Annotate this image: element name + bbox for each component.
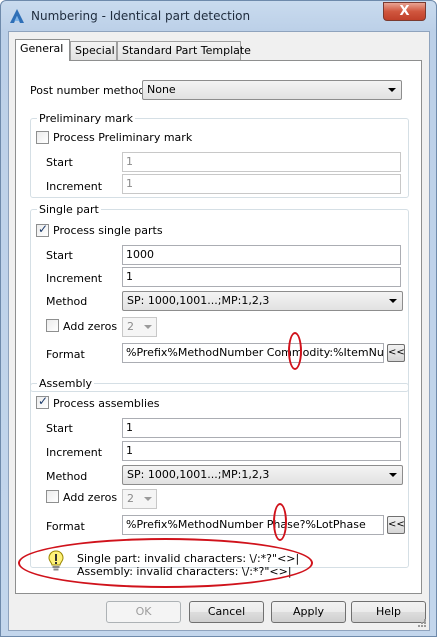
process-assemblies-label: Process assemblies	[53, 397, 160, 410]
dialog-window: Numbering - Identical part detection X G…	[0, 0, 437, 637]
assembly-increment-label: Increment	[46, 446, 103, 459]
post-number-method-select[interactable]: None	[142, 80, 402, 100]
single-start-input[interactable]: 1000	[122, 245, 401, 265]
single-method-select[interactable]: SP: 1000,1001...;MP:1,2,3	[122, 291, 403, 311]
app-logo-icon	[10, 9, 24, 23]
single-add-zeros-label: Add zeros	[63, 320, 118, 333]
single-format-label: Format	[46, 348, 85, 361]
assembly-add-zeros-select[interactable]: 2	[122, 489, 157, 509]
assembly-format-input[interactable]: %Prefix%MethodNumber Phase?%LotPhase	[122, 515, 384, 535]
post-number-method-label: Post number method	[30, 84, 146, 97]
process-single-parts-checkbox[interactable]	[36, 222, 49, 237]
preliminary-start-input[interactable]: 1	[122, 152, 401, 172]
preliminary-start-label: Start	[46, 156, 73, 169]
assembly-start-input[interactable]: 1	[122, 418, 401, 438]
preliminary-mark-title: Preliminary mark	[37, 112, 135, 125]
single-add-zeros-checkbox[interactable]	[46, 319, 59, 332]
assembly-method-label: Method	[46, 470, 88, 483]
single-format-input[interactable]: %Prefix%MethodNumber Commodity:%ItemNumb…	[122, 343, 384, 363]
single-format-expand-button[interactable]: <<	[387, 344, 405, 362]
assembly-format-label: Format	[46, 520, 85, 533]
assembly-add-zeros-value: 2	[127, 492, 134, 505]
assembly-add-zeros-checkbox[interactable]	[46, 490, 59, 503]
assembly-title: Assembly	[37, 377, 95, 390]
general-tab-panel: Post number method None Preliminary mark…	[15, 60, 422, 594]
process-assemblies-checkbox[interactable]	[36, 394, 49, 409]
single-increment-input[interactable]: 1	[122, 267, 401, 287]
close-button[interactable]: X	[383, 2, 426, 21]
apply-button[interactable]: Apply	[271, 601, 346, 623]
chevron-down-icon	[388, 88, 396, 92]
chevron-down-icon	[144, 325, 152, 329]
lightbulb-warning-icon	[48, 550, 64, 571]
process-preliminary-label: Process Preliminary mark	[53, 131, 193, 144]
preliminary-increment-label: Increment	[46, 180, 103, 193]
cancel-button[interactable]: Cancel	[189, 601, 264, 623]
assembly-format-expand-button[interactable]: <<	[387, 516, 405, 534]
single-add-zeros-select[interactable]: 2	[122, 317, 157, 337]
process-preliminary-checkbox[interactable]	[36, 131, 49, 144]
assembly-start-label: Start	[46, 422, 73, 435]
assembly-method-value: SP: 1000,1001...;MP:1,2,3	[127, 468, 270, 481]
warning-single-part-text: Single part: invalid characters: \/:*?"<…	[77, 552, 300, 565]
title-bar[interactable]: Numbering - Identical part detection X	[1, 1, 436, 31]
ok-button[interactable]: OK	[106, 601, 181, 623]
assembly-increment-input[interactable]: 1	[122, 441, 401, 461]
window-title: Numbering - Identical part detection	[31, 9, 251, 23]
single-start-label: Start	[46, 249, 73, 262]
chevron-down-icon	[144, 497, 152, 501]
post-number-method-value: None	[147, 83, 176, 96]
single-part-title: Single part	[37, 203, 101, 216]
dialog-client: General Special Standard Part Template P…	[8, 31, 430, 631]
tab-standard-part-template[interactable]: Standard Part Template	[117, 41, 251, 60]
resize-grip-icon[interactable]	[415, 616, 427, 628]
process-single-parts-label: Process single parts	[53, 224, 163, 237]
single-increment-label: Increment	[46, 272, 103, 285]
chevron-down-icon	[389, 299, 397, 303]
warning-assembly-text: Assembly: invalid characters: \/:*?"<>|	[77, 565, 292, 578]
single-method-value: SP: 1000,1001...;MP:1,2,3	[127, 294, 270, 307]
single-add-zeros-value: 2	[127, 320, 134, 333]
assembly-method-select[interactable]: SP: 1000,1001...;MP:1,2,3	[122, 465, 403, 485]
tab-special[interactable]: Special	[70, 41, 117, 60]
chevron-down-icon	[389, 473, 397, 477]
assembly-add-zeros-label: Add zeros	[63, 491, 118, 504]
single-method-label: Method	[46, 295, 88, 308]
preliminary-increment-input[interactable]: 1	[122, 174, 401, 194]
tab-general[interactable]: General	[15, 39, 70, 61]
